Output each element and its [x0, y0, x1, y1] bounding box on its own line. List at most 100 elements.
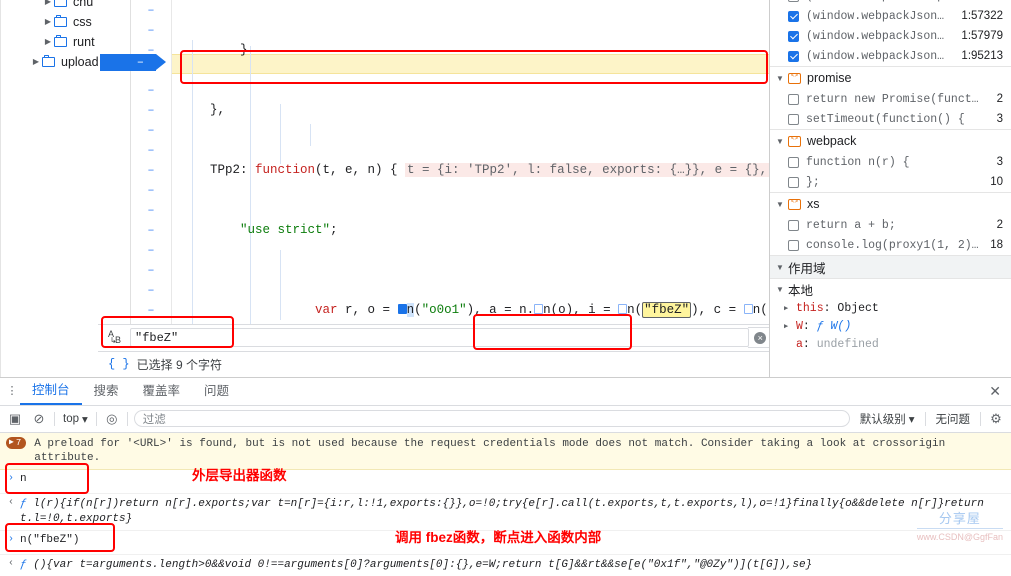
- scope-section-header[interactable]: ▼ 作用域: [770, 255, 1011, 279]
- source-file-icon: [788, 198, 801, 210]
- scope-variable-row[interactable]: ▶ this: Object: [770, 299, 1011, 317]
- tab-search[interactable]: 搜索: [82, 378, 131, 404]
- chevron-right-icon[interactable]: ▶: [784, 322, 796, 331]
- gutter-dash[interactable]: –: [131, 80, 171, 100]
- console-output-row[interactable]: ‹ ƒ (){var t=arguments.length>0&&void 0!…: [0, 555, 1011, 576]
- chevron-right-icon[interactable]: ▶: [30, 58, 42, 66]
- chevron-down-icon[interactable]: ▼: [776, 74, 788, 83]
- tree-item[interactable]: ▶ chu: [0, 0, 130, 12]
- breakpoint-row[interactable]: return new Promise(funct… 2: [770, 89, 1011, 109]
- chevron-down-icon[interactable]: ▼: [776, 263, 788, 272]
- breakpoint-checkbox[interactable]: [788, 219, 799, 231]
- breakpoint-checkbox[interactable]: [788, 93, 799, 105]
- tab-coverage[interactable]: 覆盖率: [131, 378, 193, 404]
- breakpoint-checkbox[interactable]: [788, 156, 799, 168]
- prompt-chevron-icon: ›: [8, 472, 15, 484]
- tab-issues[interactable]: 问题: [192, 378, 241, 404]
- clear-console-icon[interactable]: ⊘: [30, 411, 48, 427]
- sidebar-toggle-icon[interactable]: ▣: [6, 411, 24, 427]
- code-line[interactable]: "use strict";: [180, 220, 769, 240]
- context-selector[interactable]: top ▾: [61, 412, 90, 426]
- console-filter-input[interactable]: 过滤: [133, 410, 850, 428]
- scope-variable-row[interactable]: ▶ W: ƒ W(): [770, 317, 1011, 335]
- gutter-dash[interactable]: –: [131, 140, 171, 160]
- gutter-dash[interactable]: –: [131, 120, 171, 140]
- breakpoint-row[interactable]: console.log(proxy1(1, 2)… 18: [770, 235, 1011, 255]
- log-level-selector[interactable]: 默认级别 ▾: [856, 411, 919, 427]
- breakpoint-row[interactable]: (window.webpackJson… 1:57979: [770, 26, 1011, 46]
- tree-item[interactable]: ▶ css: [0, 12, 130, 32]
- chevron-down-icon[interactable]: ▼: [776, 285, 788, 294]
- gutter-dash[interactable]: –: [131, 100, 171, 120]
- gutter-dash[interactable]: –: [131, 280, 171, 300]
- breakpoint-checkbox[interactable]: [788, 30, 799, 42]
- breakpoint-checkbox[interactable]: [788, 113, 799, 125]
- selection-status: 已选择 9 个字符: [136, 357, 222, 372]
- breakpoint-checkbox[interactable]: [788, 176, 799, 188]
- chevron-right-icon[interactable]: ▶: [42, 38, 54, 46]
- code-editor[interactable]: } }, TPp2: function(t, e, n) { t = {i: '…: [172, 0, 769, 377]
- breakpoint-checkbox[interactable]: [788, 0, 799, 2]
- breakpoint-row[interactable]: (window.webpackJson… 1:95213: [770, 46, 1011, 66]
- breakpoint-group-xs[interactable]: ▼ xs: [770, 192, 1011, 215]
- clear-icon[interactable]: ×: [754, 331, 767, 344]
- breakpoint-row[interactable]: return a + b; 2: [770, 215, 1011, 235]
- breakpoint-checkbox[interactable]: [788, 50, 799, 62]
- debugger-sidebar[interactable]: (window.webpackJsonp… (window.webpackJso…: [769, 0, 1011, 377]
- gear-icon[interactable]: ⚙: [987, 411, 1005, 427]
- breakpoint-label: setTimeout(function() {: [806, 112, 965, 126]
- chevron-right-icon[interactable]: ▶: [784, 304, 796, 313]
- breakpoint-label: (window.webpackJson…: [806, 29, 945, 43]
- code-line-executing[interactable]: var r, o = n("o0o1"), a = n. n(o), i = n(…: [180, 280, 769, 318]
- breakpoint-label: return new Promise(funct…: [806, 92, 979, 106]
- code-line[interactable]: TPp2: function(t, e, n) { t = {i: 'TPp2'…: [180, 160, 769, 180]
- annotation-label-2: 调用 fbez函数，断点进入函数内部: [395, 530, 602, 545]
- code-content[interactable]: } }, TPp2: function(t, e, n) { t = {i: '…: [172, 0, 769, 377]
- breakpoint-checkbox[interactable]: [788, 239, 799, 251]
- gutter-dash[interactable]: –: [131, 220, 171, 240]
- close-icon[interactable]: ✕: [989, 383, 1001, 400]
- tree-item-label: chu: [73, 0, 94, 9]
- scope-variable-row[interactable]: a: undefined: [770, 335, 1011, 353]
- more-options-icon[interactable]: ⋮: [4, 385, 20, 396]
- console-log-list[interactable]: ▶ 7 A preload for '<URL>' is found, but i…: [0, 432, 1011, 576]
- breakpoint-row[interactable]: function n(r) { 3: [770, 152, 1011, 172]
- chevron-right-icon[interactable]: ▶: [42, 18, 54, 26]
- log-level-label: 默认级别: [859, 413, 906, 426]
- console-input-row[interactable]: › n: [0, 470, 1011, 494]
- breakpoint-location: 1:6822: [968, 0, 1003, 2]
- console-warning-row[interactable]: ▶ 7 A preload for '<URL>' is found, but i…: [0, 432, 1011, 470]
- breakpoint-group-promise[interactable]: ▼ promise: [770, 66, 1011, 89]
- gutter-dash[interactable]: –: [131, 260, 171, 280]
- gutter-dash[interactable]: –: [131, 300, 171, 320]
- breakpoint-row[interactable]: }; 10: [770, 172, 1011, 192]
- code-line[interactable]: },: [180, 100, 769, 120]
- tab-console[interactable]: 控制台: [20, 378, 82, 406]
- chevron-down-icon[interactable]: ▼: [776, 200, 788, 209]
- issues-status[interactable]: 无问题: [932, 411, 975, 427]
- gutter-dash[interactable]: –: [131, 240, 171, 260]
- gutter-dash[interactable]: –: [131, 200, 171, 220]
- breakpoint-row[interactable]: setTimeout(function() { 3: [770, 109, 1011, 129]
- tree-item[interactable]: ▶ runt: [0, 32, 130, 52]
- breakpoint-row[interactable]: (window.webpackJson… 1:57322: [770, 6, 1011, 26]
- replace-ab-icon: A ↳ B: [108, 328, 122, 345]
- code-line[interactable]: }: [180, 40, 769, 60]
- chevron-down-icon[interactable]: ▼: [776, 137, 788, 146]
- breakpoint-group-webpack[interactable]: ▼ webpack: [770, 129, 1011, 152]
- pretty-print-icon[interactable]: { }: [108, 357, 130, 371]
- chevron-right-icon[interactable]: ▶: [42, 0, 54, 6]
- gutter-dash[interactable]: –: [131, 160, 171, 180]
- function-glyph: ƒ: [20, 497, 27, 510]
- live-expression-icon[interactable]: ◎: [103, 411, 121, 427]
- breakpoint-checkbox[interactable]: [788, 10, 799, 22]
- warning-count-badge[interactable]: ▶ 7: [6, 436, 27, 449]
- breakpoint-location: 1:57322: [961, 10, 1003, 22]
- group-label: webpack: [807, 134, 857, 148]
- gutter-dash[interactable]: –: [131, 180, 171, 200]
- breakpoint-location: 3: [996, 113, 1003, 125]
- gutter-dash[interactable]: –: [131, 0, 171, 20]
- gutter-dash[interactable]: –: [131, 20, 171, 40]
- scope-local-header[interactable]: ▼ 本地: [770, 279, 1011, 299]
- breakpoint-location: 2: [996, 93, 1003, 105]
